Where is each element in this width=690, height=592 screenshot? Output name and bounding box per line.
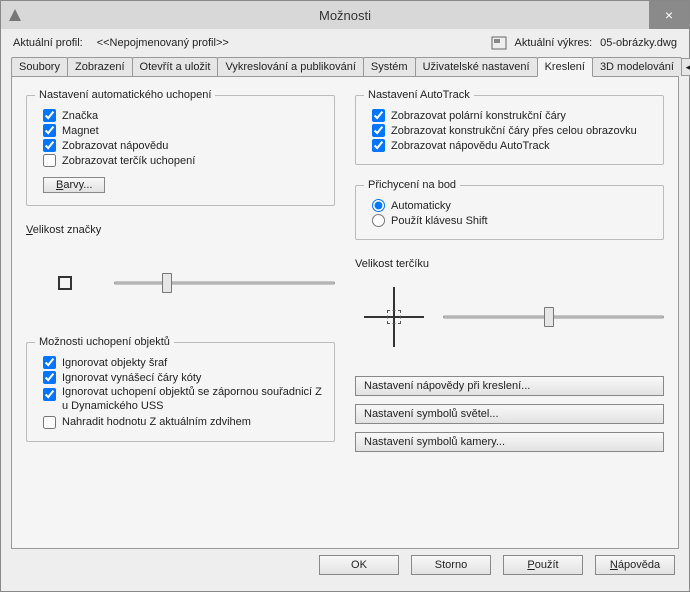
window-title: Možnosti: [1, 8, 689, 23]
autosnap-group: Nastavení automatického uchopení Značka …: [26, 89, 335, 206]
replacez-input[interactable]: [43, 416, 56, 429]
tab-3d-modelovani[interactable]: 3D modelování: [592, 57, 682, 76]
autosnap-tooltip-checkbox[interactable]: Zobrazovat nápovědu: [43, 139, 326, 152]
tab-system[interactable]: Systém: [363, 57, 416, 76]
autotrack-tooltip-label: Zobrazovat nápovědu AutoTrack: [391, 140, 550, 152]
close-button[interactable]: ×: [649, 1, 689, 29]
current-profile-name: <<Nepojmenovaný profil>>: [97, 37, 229, 49]
fullscreen-track-input[interactable]: [372, 124, 385, 137]
autotrack-tooltip-checkbox[interactable]: Zobrazovat nápovědu AutoTrack: [372, 139, 655, 152]
ignore-hatch-checkbox[interactable]: Ignorovat objekty šraf: [43, 356, 326, 369]
ignore-hatch-input[interactable]: [43, 356, 56, 369]
polar-checkbox[interactable]: Zobrazovat polární konstrukční čáry: [372, 109, 655, 122]
help-button[interactable]: Nápověda: [595, 555, 675, 575]
replacez-checkbox[interactable]: Nahradit hodnotu Z aktuálním zdvihem: [43, 416, 326, 429]
acquire-auto-radio[interactable]: Automaticky: [372, 199, 655, 212]
autosnap-title: Nastavení automatického uchopení: [35, 89, 215, 101]
marker-checkbox-input[interactable]: [43, 109, 56, 122]
tab-soubory[interactable]: Soubory: [11, 57, 68, 76]
ignore-dimext-label: Ignorovat vynášecí čáry kóty: [62, 372, 201, 384]
light-glyph-settings-button[interactable]: Nastavení symbolů světel...: [355, 404, 664, 424]
marker-size-slider[interactable]: [114, 272, 335, 294]
replacez-label: Nahradit hodnotu Z aktuálním zdvihem: [62, 416, 251, 428]
marker-size-title: Velikost značky: [26, 224, 335, 236]
left-column: Nastavení automatického uchopení Značka …: [26, 89, 335, 536]
ignore-dimext-checkbox[interactable]: Ignorovat vynášecí čáry kóty: [43, 371, 326, 384]
marker-checkbox[interactable]: Značka: [43, 109, 326, 122]
tab-content: Nastavení automatického uchopení Značka …: [11, 77, 679, 549]
autotrack-title: Nastavení AutoTrack: [364, 89, 474, 101]
profile-row: Aktuální profil: <<Nepojmenovaný profil>…: [1, 29, 689, 55]
current-drawing-name: 05-obrázky.dwg: [600, 37, 677, 49]
tab-otevrit-ulozit[interactable]: Otevřít a uložit: [132, 57, 219, 76]
ignore-negz-checkbox[interactable]: Ignorovat uchopení objektů se zápornou s…: [43, 386, 326, 414]
magnet-checkbox[interactable]: Magnet: [43, 124, 326, 137]
apply-button[interactable]: Použít: [503, 555, 583, 575]
current-drawing-label: Aktuální výkres:: [515, 37, 593, 49]
marker-label: Značka: [62, 110, 98, 122]
acquire-shift-radio[interactable]: Použít klávesu Shift: [372, 214, 655, 227]
osnap-options-group: Možnosti uchopení objektů Ignorovat obje…: [26, 336, 335, 442]
autotrack-group: Nastavení AutoTrack Zobrazovat polární k…: [355, 89, 664, 165]
aperture-label: Zobrazovat terčík uchopení: [62, 155, 195, 167]
magnet-checkbox-input[interactable]: [43, 124, 56, 137]
autosnap-tooltip-label: Zobrazovat nápovědu: [62, 140, 168, 152]
ignore-dimext-input[interactable]: [43, 371, 56, 384]
magnet-label: Magnet: [62, 125, 99, 137]
acquire-auto-input[interactable]: [372, 199, 385, 212]
colors-button[interactable]: Barvy...: [43, 177, 105, 193]
acquire-shift-input[interactable]: [372, 214, 385, 227]
autosnap-tooltip-checkbox-input[interactable]: [43, 139, 56, 152]
ignore-hatch-label: Ignorovat objekty šraf: [62, 357, 167, 369]
fullscreen-track-label: Zobrazovat konstrukční čáry přes celou o…: [391, 125, 637, 137]
point-acquisition-title: Přichycení na bod: [364, 179, 460, 191]
target-preview: [359, 282, 429, 352]
right-buttons-group: Nastavení nápovědy při kreslení... Nasta…: [355, 376, 664, 460]
acquire-shift-label: Použít klávesu Shift: [391, 215, 488, 227]
osnap-options-title: Možnosti uchopení objektů: [35, 336, 174, 348]
dialog-footer: OK Storno Použít Nápověda: [1, 555, 689, 585]
tab-prev-button[interactable]: ◂: [681, 58, 690, 76]
autotrack-tooltip-input[interactable]: [372, 139, 385, 152]
marker-size-group: Velikost značky: [26, 224, 335, 322]
acquire-auto-label: Automaticky: [391, 200, 451, 212]
camera-glyph-settings-button[interactable]: Nastavení symbolů kamery...: [355, 432, 664, 452]
aperture-checkbox-input[interactable]: [43, 154, 56, 167]
tab-strip: Soubory Zobrazení Otevřít a uložit Vykre…: [11, 55, 679, 77]
app-icon: [7, 7, 23, 23]
target-size-title: Velikost terčíku: [355, 258, 664, 270]
cancel-button[interactable]: Storno: [411, 555, 491, 575]
polar-input[interactable]: [372, 109, 385, 122]
target-size-slider[interactable]: [443, 306, 664, 328]
options-dialog: Možnosti × Aktuální profil: <<Nepojmenov…: [0, 0, 690, 592]
target-size-group: Velikost terčíku: [355, 258, 664, 356]
current-profile-label: Aktuální profil:: [13, 37, 83, 49]
fullscreen-track-checkbox[interactable]: Zobrazovat konstrukční čáry přes celou o…: [372, 124, 655, 137]
titlebar: Možnosti ×: [1, 1, 689, 29]
point-acquisition-group: Přichycení na bod Automaticky Použít klá…: [355, 179, 664, 240]
tab-zobrazeni[interactable]: Zobrazení: [67, 57, 133, 76]
polar-label: Zobrazovat polární konstrukční čáry: [391, 110, 566, 122]
drafting-tooltip-settings-button[interactable]: Nastavení nápovědy při kreslení...: [355, 376, 664, 396]
dwg-icon: [491, 35, 507, 51]
tab-uzivatelske[interactable]: Uživatelské nastavení: [415, 57, 538, 76]
marker-preview: [30, 248, 100, 318]
tab-scroll: ◂ ▸: [681, 58, 690, 76]
right-column: Nastavení AutoTrack Zobrazovat polární k…: [355, 89, 664, 536]
aperture-checkbox[interactable]: Zobrazovat terčík uchopení: [43, 154, 326, 167]
ignore-negz-label: Ignorovat uchopení objektů se zápornou s…: [62, 386, 326, 414]
ignore-negz-input[interactable]: [43, 388, 56, 401]
ok-button[interactable]: OK: [319, 555, 399, 575]
tab-kresleni[interactable]: Kreslení: [537, 57, 593, 77]
tab-vykreslovani[interactable]: Vykreslování a publikování: [217, 57, 363, 76]
